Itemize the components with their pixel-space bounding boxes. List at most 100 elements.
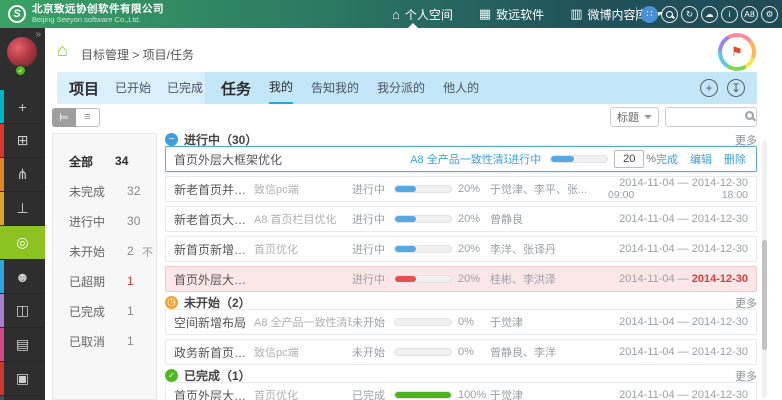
task-title[interactable]: 首页外层大框架优化 xyxy=(174,387,254,400)
filter-in-progress[interactable]: 进行中 30 xyxy=(69,206,146,236)
sidebar-item-stamp[interactable]: ⊥ xyxy=(0,192,45,226)
scrollbar[interactable] xyxy=(762,140,767,398)
content-area: 全部 34 未完成 32 进行中 30 未开始 2 已超期 1 已完成 1 xyxy=(45,130,782,400)
filter-cancelled[interactable]: 已取消 1 xyxy=(69,326,146,356)
tab-task-others[interactable]: 他人的 xyxy=(443,72,479,104)
task-project-tag[interactable]: A8 首页栏目优化 xyxy=(254,211,352,227)
filter-label: 已超期 xyxy=(69,273,105,290)
tab-task[interactable]: 任务 xyxy=(221,78,251,99)
task-tab-group: 任务 我的 告知我的 我分派的 他人的 + ↧ xyxy=(205,72,757,104)
apps-grid-icon[interactable]: ∷ xyxy=(641,6,658,23)
progress-percent: 20% xyxy=(458,273,490,285)
check-section-icon[interactable]: ✓ xyxy=(165,369,178,382)
sidebar-item-people-search[interactable]: ☻ xyxy=(0,260,45,294)
company-name-cn: 北京致远协创软件有限公司 xyxy=(32,4,164,16)
filter-completed[interactable]: 已完成 1 xyxy=(69,296,146,326)
more-link[interactable]: 更多 xyxy=(735,368,757,384)
list-view-toggle[interactable]: ≡ xyxy=(76,108,100,127)
collapse-section-icon[interactable]: − xyxy=(165,133,178,146)
view-toggle-group: ⊨ ≡ xyxy=(52,108,100,127)
sidebar-menu: + ⊞ ⋔ ⊥ ◎ ☻ ◫ xyxy=(0,90,45,400)
task-row[interactable]: 空间新增布局 A8 全产品一致性清理... 未开始 0% 于觉津 2014-11… xyxy=(165,309,757,335)
info-icon[interactable]: i xyxy=(721,6,738,23)
task-project-tag[interactable]: 首页优化 xyxy=(254,387,352,400)
filter-all[interactable]: 全部 34 xyxy=(69,146,146,176)
task-project-tag[interactable]: A8 全产品一致性清理... xyxy=(254,314,352,330)
download-button[interactable]: ↧ xyxy=(727,79,745,97)
progress-bar xyxy=(550,155,608,163)
a8-badge-icon[interactable]: A8 xyxy=(741,6,758,23)
tab-project[interactable]: 项目 xyxy=(69,78,99,99)
sidebar-item-share[interactable]: ⋔ xyxy=(0,158,45,192)
tree-view-toggle[interactable]: ⊨ xyxy=(52,108,76,127)
task-row[interactable]: 首页外层大框架优化 首页优化 已完成 100% 于觉津 2014-11-04 —… xyxy=(165,382,757,400)
sidebar-item-goals-active[interactable]: ◎ xyxy=(0,226,45,260)
filter-unfinished[interactable]: 未完成 32 xyxy=(69,176,146,206)
task-title[interactable]: 政务新首页工作项 xyxy=(174,344,254,361)
nav-seeyon-software[interactable]: ▦ 致远软件 xyxy=(479,0,544,28)
avatar[interactable] xyxy=(7,37,37,67)
task-clock-widget-icon[interactable]: ⚑ xyxy=(718,33,756,71)
task-project-tag[interactable]: A8 全产品一致性清理... xyxy=(410,151,508,167)
settings-gear-icon[interactable]: ⚙ xyxy=(761,6,778,23)
sidebar-item-gauge[interactable]: ◔ xyxy=(0,396,45,400)
task-row[interactable]: 新首页新增栏目细分 首页优化 进行中 20% 李洋、张译丹 2014-11-04… xyxy=(165,236,757,262)
search-magnifier-icon[interactable] xyxy=(745,111,754,120)
progress-input[interactable] xyxy=(614,150,644,168)
task-title[interactable]: 首页外层大框架优化 xyxy=(174,151,410,168)
sidebar-item-briefcase[interactable]: ▣ xyxy=(0,362,45,396)
nav-label: 微博内容库 xyxy=(587,6,647,23)
seeyon-logo-icon: S xyxy=(8,5,26,23)
filter-not-started[interactable]: 未开始 2 xyxy=(69,236,146,266)
progress-fill xyxy=(395,186,416,192)
clock-section-icon[interactable]: ◷ xyxy=(165,296,178,309)
cloud-icon[interactable]: ☁ xyxy=(701,6,718,23)
task-title[interactable]: 新老首页大背景图上传 xyxy=(174,211,254,228)
breadcrumb: 目标管理 > 项目/任务 xyxy=(81,46,194,63)
task-row-overdue[interactable]: 首页外层大框架优化 进行中 20% 桂彬、李洪泽 2014-11-04 — 20… xyxy=(165,266,757,292)
task-row[interactable]: 政务新首页工作项 致信pc端 未开始 0% 曾静良、李洋 2014-11-04 … xyxy=(165,339,757,365)
refresh-icon[interactable]: ↻ xyxy=(681,6,698,23)
task-row[interactable]: 新老首页并存功能（确认新老框架切换的方式） 致信pc端 进行中 20% 于觉津、… xyxy=(165,176,757,202)
task-row[interactable]: 新老首页大背景图上传 A8 首页栏目优化 进行中 20% 曾静良 2014-11… xyxy=(165,206,757,232)
task-title[interactable]: 新老首页并存功能（确认新老框架切换的方式） xyxy=(174,181,254,198)
sidebar-item-add[interactable]: + xyxy=(0,90,45,124)
sidebar-item-book[interactable]: ◫ xyxy=(0,294,45,328)
add-task-button[interactable]: + xyxy=(700,79,718,97)
search-input[interactable] xyxy=(666,109,736,127)
task-project-tag[interactable]: 首页优化 xyxy=(254,241,352,257)
tab-task-assigned-by-me[interactable]: 我分派的 xyxy=(377,72,425,104)
task-project-tag[interactable]: 致信pc端 xyxy=(254,344,352,360)
more-link[interactable]: 更多 xyxy=(735,295,757,311)
complete-action[interactable]: 完成 xyxy=(656,151,678,167)
search-field-dropdown[interactable]: 标题 xyxy=(610,107,659,127)
search-icon[interactable] xyxy=(661,6,678,23)
home-breadcrumb-icon[interactable]: ⌂ xyxy=(57,40,68,61)
filter-label: 未开始 xyxy=(69,243,105,260)
task-project-tag[interactable]: 致信pc端 xyxy=(254,181,352,197)
sidebar-item-documents[interactable]: ⊞ xyxy=(0,124,45,158)
briefcase-icon: ▣ xyxy=(16,370,29,387)
tab-task-mine[interactable]: 我的 xyxy=(269,72,293,104)
date-range: 2014-11-04 — 2014-12-30 09:0018:00 xyxy=(590,177,748,201)
task-row-selected[interactable]: 首页外层大框架优化 A8 全产品一致性清理... 进行中 % 完成 编辑 删除 xyxy=(165,146,757,172)
more-link[interactable]: 更多 xyxy=(735,132,757,148)
delete-action[interactable]: 删除 xyxy=(724,151,746,167)
tab-task-informed[interactable]: 告知我的 xyxy=(311,72,359,104)
task-title[interactable]: 新首页新增栏目细分 xyxy=(174,241,254,258)
date-range: 2014-11-04 — 2014-12-30 xyxy=(590,243,748,255)
scrollbar-thumb[interactable] xyxy=(762,240,767,350)
progress-bar xyxy=(394,215,452,223)
assignees: 于觉津 xyxy=(490,387,590,400)
tab-project-finished[interactable]: 已完成 xyxy=(167,72,203,104)
breadcrumb-row: ⌂ 目标管理 > 项目/任务 ⚑ xyxy=(45,28,782,72)
nav-personal-space[interactable]: ⌂ 个人空间 xyxy=(392,0,453,28)
edit-action[interactable]: 编辑 xyxy=(690,151,712,167)
task-title[interactable]: 空间新增布局 xyxy=(174,314,254,331)
sidebar-item-id-badge[interactable]: ▤ xyxy=(0,328,45,362)
tab-project-started[interactable]: 已开始 xyxy=(115,72,151,104)
task-title[interactable]: 首页外层大框架优化 xyxy=(174,271,254,288)
filter-count: 32 xyxy=(127,184,140,198)
divider xyxy=(636,7,637,21)
filter-overdue[interactable]: 已超期 1 xyxy=(69,266,146,296)
